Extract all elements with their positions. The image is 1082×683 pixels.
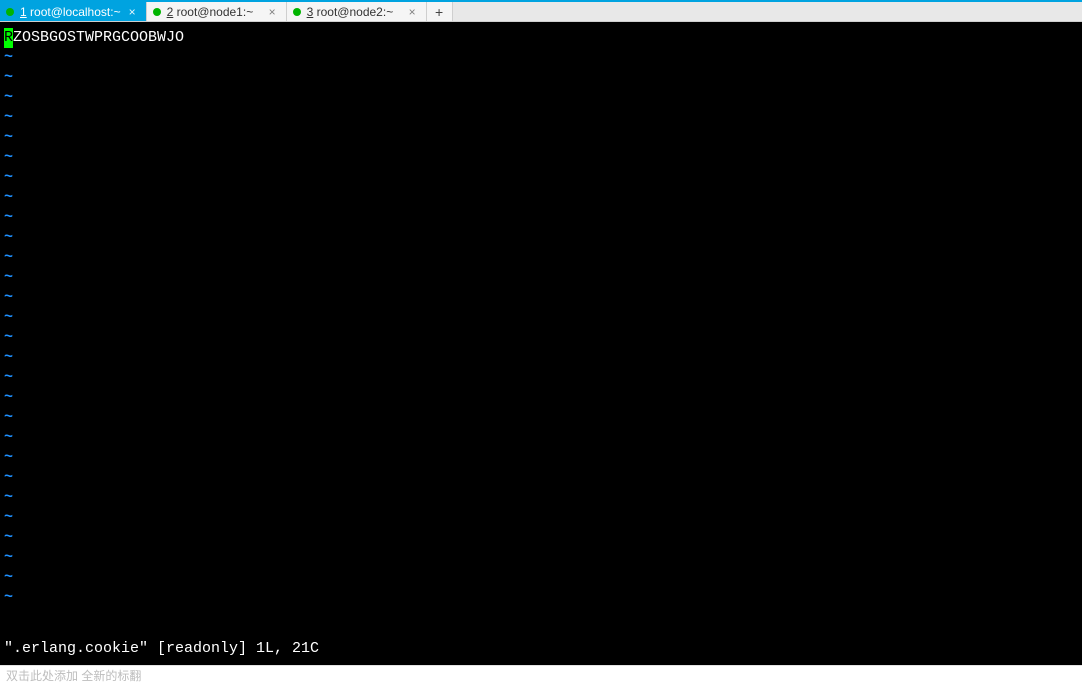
empty-line-tilde: ~ xyxy=(4,228,1078,248)
empty-line-tilde: ~ xyxy=(4,548,1078,568)
empty-line-tilde: ~ xyxy=(4,408,1078,428)
file-text: ZOSBGOSTWPRGCOOBWJO xyxy=(13,29,184,46)
tab-1[interactable]: 1 root@localhost:~ × xyxy=(0,2,147,21)
empty-line-tilde: ~ xyxy=(4,168,1078,188)
close-icon[interactable]: × xyxy=(127,6,138,18)
tab-label: 2 root@node1:~ xyxy=(167,5,261,19)
empty-line-tilde: ~ xyxy=(4,328,1078,348)
status-dot-icon xyxy=(6,8,14,16)
tab-2[interactable]: 2 root@node1:~ × xyxy=(147,2,287,21)
terminal-view[interactable]: RZOSBGOSTWPRGCOOBWJO ~~~~~~~~~~~~~~~~~~~… xyxy=(0,22,1082,665)
empty-line-tilde: ~ xyxy=(4,388,1078,408)
empty-line-tilde: ~ xyxy=(4,148,1078,168)
new-tab-button[interactable]: + xyxy=(427,2,453,21)
empty-line-tilde: ~ xyxy=(4,568,1078,588)
empty-line-tilde: ~ xyxy=(4,208,1078,228)
cursor-block: R xyxy=(4,28,13,48)
empty-line-tilde: ~ xyxy=(4,368,1078,388)
empty-line-tilde: ~ xyxy=(4,588,1078,608)
empty-line-tilde: ~ xyxy=(4,188,1078,208)
status-dot-icon xyxy=(293,8,301,16)
tab-3[interactable]: 3 root@node2:~ × xyxy=(287,2,427,21)
empty-line-tilde: ~ xyxy=(4,468,1078,488)
close-icon[interactable]: × xyxy=(267,6,278,18)
empty-line-tilde: ~ xyxy=(4,528,1078,548)
file-content-line: RZOSBGOSTWPRGCOOBWJO xyxy=(4,28,1078,48)
empty-line-tilde: ~ xyxy=(4,248,1078,268)
empty-line-tilde: ~ xyxy=(4,488,1078,508)
empty-line-tilde: ~ xyxy=(4,448,1078,468)
tab-bar: 1 root@localhost:~ × 2 root@node1:~ × 3 … xyxy=(0,0,1082,22)
empty-line-tilde: ~ xyxy=(4,128,1078,148)
empty-line-tilde: ~ xyxy=(4,308,1078,328)
empty-line-tilde: ~ xyxy=(4,348,1078,368)
footer-hint: 双击此处添加 全新的标翻 xyxy=(0,665,1082,683)
empty-line-tilde: ~ xyxy=(4,108,1078,128)
empty-line-tilde: ~ xyxy=(4,88,1078,108)
status-dot-icon xyxy=(153,8,161,16)
tab-label: 3 root@node2:~ xyxy=(307,5,401,19)
close-icon[interactable]: × xyxy=(407,6,418,18)
empty-line-tilde: ~ xyxy=(4,508,1078,528)
empty-line-tilde: ~ xyxy=(4,288,1078,308)
empty-line-tilde: ~ xyxy=(4,428,1078,448)
vim-status-line: ".erlang.cookie" [readonly] 1L, 21C xyxy=(4,639,319,659)
tab-label: 1 root@localhost:~ xyxy=(20,5,121,19)
empty-line-tilde: ~ xyxy=(4,48,1078,68)
empty-line-tilde: ~ xyxy=(4,268,1078,288)
empty-line-tilde: ~ xyxy=(4,68,1078,88)
